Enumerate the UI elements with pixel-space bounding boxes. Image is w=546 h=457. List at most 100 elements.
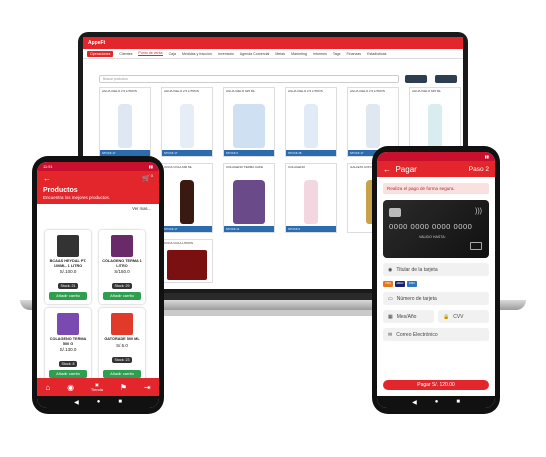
tab-0[interactable]: Operaciones bbox=[87, 50, 114, 57]
stock-label: STOCK 17 bbox=[164, 151, 178, 155]
card-holder-field[interactable]: ◉ Titular de la tarjeta bbox=[383, 263, 489, 276]
product-image bbox=[111, 235, 133, 257]
tab-10[interactable]: Tags bbox=[333, 52, 341, 56]
cart-icon[interactable]: 🛒0 bbox=[142, 173, 153, 182]
cart-badge: 0 bbox=[150, 173, 153, 179]
tab-7[interactable]: Metas bbox=[275, 52, 285, 56]
product-card[interactable]: AGUA CIELO 2.5 LITROS STOCK 17 bbox=[99, 87, 151, 157]
exit-icon[interactable]: ⇥ bbox=[144, 383, 151, 392]
stock-label: STOCK 17 bbox=[164, 227, 178, 231]
products-header: Productos Encuentra los mejores producto… bbox=[37, 185, 159, 204]
product-name: AGUA CIELO 2.5 LITROS bbox=[164, 89, 199, 93]
store-tab[interactable]: ▣ Tienda bbox=[91, 382, 103, 392]
scan-button[interactable] bbox=[435, 75, 457, 83]
product-card[interactable]: AGUA CIELO 2.5 LITROS STOCK 26 bbox=[285, 87, 337, 157]
add-to-cart-button[interactable]: Añadir carrito bbox=[103, 292, 141, 300]
right-phone-screen: ▮▮ ← Pagar Paso 2 Realiza el pago de for… bbox=[377, 152, 495, 408]
tab-12[interactable]: Estadísticas bbox=[367, 52, 386, 56]
product-name: COCA COLA 600 ML bbox=[164, 165, 193, 169]
system-recent-icon[interactable]: ■ bbox=[118, 399, 122, 405]
product-card[interactable]: AGUA CIELO 625 ML STOCK 0 bbox=[223, 87, 275, 157]
card-brand-disc-icon: DISC bbox=[407, 281, 417, 287]
card-preview: ))) 0000 0000 0000 0000 VALIDO HASTA: bbox=[383, 200, 489, 258]
tab-1[interactable]: Clientes bbox=[119, 52, 132, 56]
product-image bbox=[304, 180, 318, 224]
step-indicator: Paso 2 bbox=[468, 165, 489, 173]
product-name: GATORADE 500 ML bbox=[104, 337, 140, 341]
accepted-cards: VISA AMEX DISC bbox=[383, 281, 489, 287]
page-title: Productos bbox=[43, 187, 78, 194]
product-stock: STOCK 17 bbox=[162, 226, 212, 232]
home-icon[interactable]: ⌂ bbox=[45, 383, 50, 392]
right-phone: ▮▮ ← Pagar Paso 2 Realiza el pago de for… bbox=[372, 146, 500, 414]
product-stock: STOCK 0 bbox=[224, 150, 274, 156]
system-back-icon[interactable]: ◀ bbox=[74, 399, 79, 406]
contactless-icon: ))) bbox=[475, 208, 482, 215]
card-number-preview: 0000 0000 0000 0000 bbox=[389, 222, 473, 231]
product-card[interactable]: COLAGENO TERMA 500 G S/.130.0 Stock: 8 Añad… bbox=[45, 308, 91, 382]
product-search-input[interactable]: Buscar productos bbox=[99, 75, 399, 83]
search-button[interactable] bbox=[405, 75, 427, 83]
tab-4[interactable]: Medidas y fracción bbox=[182, 52, 212, 56]
see-more-link[interactable]: Ver mas... bbox=[37, 204, 159, 213]
system-recent-icon[interactable]: ■ bbox=[456, 399, 460, 405]
product-name: BCAAS HEYDAL PT. 100ML. 1 LITRO bbox=[49, 259, 87, 268]
system-back-icon[interactable]: ◀ bbox=[412, 399, 417, 406]
card-number-placeholder: Número de tarjeta bbox=[396, 295, 437, 302]
product-card[interactable]: COCA COLA 600 ML STOCK 17 bbox=[161, 163, 213, 233]
mail-icon: ✉ bbox=[388, 331, 393, 338]
add-to-cart-button[interactable]: Añadir carrito bbox=[49, 370, 87, 378]
product-image bbox=[233, 104, 265, 148]
product-card[interactable]: COLAGENO TERMA 1 LITRO S/150.0 Stock: 29 Añ… bbox=[99, 230, 145, 304]
product-image bbox=[366, 104, 380, 148]
status-bar: 11:51 ▮▮ bbox=[37, 162, 159, 171]
cvv-placeholder: CVV bbox=[453, 313, 464, 320]
product-name: COLAGENO TERMA 1 LITRO bbox=[102, 259, 142, 268]
cvv-field[interactable]: 🔒 CVV bbox=[438, 310, 489, 323]
card-brand-visa-icon: VISA bbox=[383, 281, 393, 287]
product-card[interactable]: COCA COLA LITROS bbox=[161, 239, 213, 283]
stock-label: STOCK 26 bbox=[288, 151, 302, 155]
tab-2[interactable]: Punto de venta bbox=[138, 51, 163, 56]
user-icon[interactable]: ◉ bbox=[67, 383, 74, 392]
product-image bbox=[57, 235, 79, 257]
pay-button[interactable]: Pagar S/. 120.00 bbox=[383, 380, 489, 390]
system-home-icon[interactable]: ● bbox=[97, 399, 101, 405]
laptop-tabs: Operaciones Clientes Punto de venta Caja Med… bbox=[83, 49, 463, 59]
back-arrow-icon[interactable]: ← bbox=[383, 165, 391, 174]
product-stock: Stock: 8 bbox=[58, 361, 78, 367]
email-field[interactable]: ✉ Correo Electrónico bbox=[383, 328, 489, 341]
card-number-field[interactable]: ▭ Número de tarjeta bbox=[383, 292, 489, 305]
stock-label: STOCK 17 bbox=[102, 151, 116, 155]
tab-5[interactable]: Inventario bbox=[218, 52, 234, 56]
tab-8[interactable]: Marketing bbox=[291, 52, 307, 56]
product-card[interactable]: COLAGENO STOCK 9 bbox=[285, 163, 337, 233]
product-image bbox=[111, 313, 133, 335]
expiry-field[interactable]: ▦ Mes/Año bbox=[383, 310, 434, 323]
delivery-icon[interactable]: ⚑ bbox=[120, 383, 127, 392]
stock-label: STOCK 11 bbox=[226, 227, 240, 231]
page-subtitle: Encuentra los mejores productos. bbox=[43, 195, 111, 200]
product-card[interactable]: COLAGENO TERMA CAFE STOCK 11 bbox=[223, 163, 275, 233]
battery-icon: ▮▮ bbox=[148, 164, 153, 169]
product-image bbox=[167, 250, 207, 280]
tab-9[interactable]: Informes bbox=[313, 52, 327, 56]
tab-11[interactable]: Finanzas bbox=[346, 52, 361, 56]
system-home-icon[interactable]: ● bbox=[435, 399, 439, 405]
product-name: AGUA CIELO 2.5 LITROS bbox=[350, 89, 385, 93]
product-price: S/.100.0 bbox=[59, 269, 77, 274]
email-placeholder: Correo Electrónico bbox=[396, 331, 438, 338]
top-bar: ← Pagar Paso 2 bbox=[377, 161, 495, 177]
product-name: COLAGENO TERMA CAFE bbox=[226, 165, 263, 169]
product-price: S/150.0 bbox=[114, 269, 130, 274]
product-card[interactable]: AGUA CIELO 2.5 LITROS STOCK 17 bbox=[161, 87, 213, 157]
add-to-cart-button[interactable]: Añadir carrito bbox=[49, 292, 87, 300]
add-to-cart-button[interactable]: Añadir carrito bbox=[103, 370, 141, 378]
tab-6[interactable]: Agenda Comercial bbox=[240, 52, 270, 56]
back-arrow-icon[interactable]: ← bbox=[43, 174, 51, 183]
tab-3[interactable]: Caja bbox=[169, 52, 176, 56]
product-card[interactable]: GATORADE 500 ML S/.5.0 Stock: 23 Añadir car… bbox=[99, 308, 145, 382]
battery-icon: ▮▮ bbox=[484, 154, 489, 159]
product-card[interactable]: BCAAS HEYDAL PT. 100ML. 1 LITRO S/.100.0 S… bbox=[45, 230, 91, 304]
product-stock: Stock: 23 bbox=[111, 356, 133, 363]
